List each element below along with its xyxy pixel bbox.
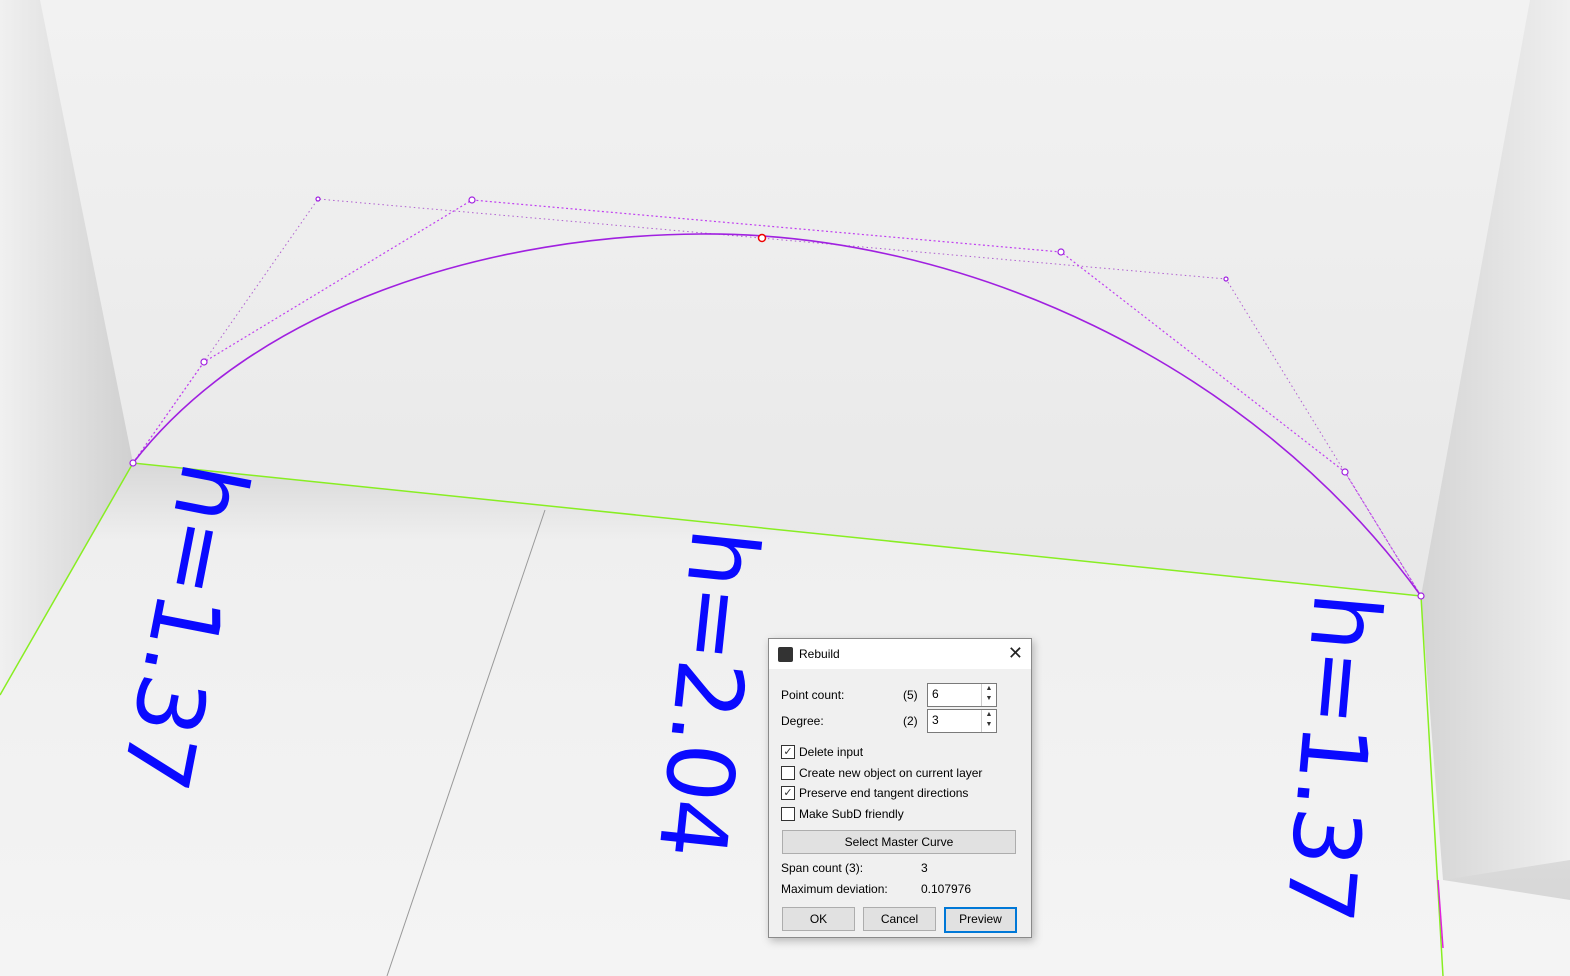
degree-input[interactable]: 3 xyxy=(928,710,981,732)
ok-button[interactable]: OK xyxy=(782,907,855,931)
degree-prev: (2) xyxy=(903,714,918,728)
point-count-input[interactable]: 6 xyxy=(928,684,981,706)
checkbox-unchecked-icon xyxy=(781,766,795,780)
degree-stepper[interactable]: 3 ▲ ▼ xyxy=(927,709,997,733)
preserve-tangents-checkbox[interactable]: ✓ Preserve end tangent directions xyxy=(781,786,968,800)
rhino-icon xyxy=(778,646,793,662)
create-on-current-layer-checkbox[interactable]: Create new object on current layer xyxy=(781,766,982,780)
rebuild-dialog: Rebuild ✕ Point count: (5) 6 ▲ ▼ Degree: … xyxy=(768,638,1032,938)
degree-label: Degree: xyxy=(781,714,824,728)
spin-down-icon[interactable]: ▼ xyxy=(982,720,996,730)
span-count-label: Span count (3): xyxy=(781,861,864,875)
max-deviation-label: Maximum deviation: xyxy=(781,882,888,896)
cancel-button[interactable]: Cancel xyxy=(863,907,936,931)
checkbox-label: Delete input xyxy=(799,745,864,759)
checkbox-unchecked-icon xyxy=(781,807,795,821)
subd-friendly-checkbox[interactable]: Make SubD friendly xyxy=(781,807,904,821)
checkbox-label: Make SubD friendly xyxy=(799,807,904,821)
spin-up-icon[interactable]: ▲ xyxy=(982,710,996,720)
checkbox-checked-icon: ✓ xyxy=(781,745,795,759)
dialog-titlebar[interactable]: Rebuild ✕ xyxy=(769,639,1031,669)
spin-up-icon[interactable]: ▲ xyxy=(982,684,996,694)
dialog-title: Rebuild xyxy=(799,647,840,661)
seam-point[interactable] xyxy=(757,233,767,243)
point-count-stepper[interactable]: 6 ▲ ▼ xyxy=(927,683,997,707)
select-master-curve-button[interactable]: Select Master Curve xyxy=(782,830,1016,854)
max-deviation-value: 0.107976 xyxy=(921,882,972,896)
close-icon[interactable]: ✕ xyxy=(1008,643,1023,664)
point-count-label: Point count: xyxy=(781,688,845,702)
preview-button[interactable]: Preview xyxy=(944,907,1017,933)
span-count-value: 3 xyxy=(921,861,928,875)
checkbox-checked-icon: ✓ xyxy=(781,786,795,800)
delete-input-checkbox[interactable]: ✓ Delete input xyxy=(781,745,863,759)
point-count-prev: (5) xyxy=(903,688,918,702)
checkbox-label: Preserve end tangent directions xyxy=(799,786,969,800)
checkbox-label: Create new object on current layer xyxy=(799,766,983,780)
spin-down-icon[interactable]: ▼ xyxy=(982,694,996,704)
